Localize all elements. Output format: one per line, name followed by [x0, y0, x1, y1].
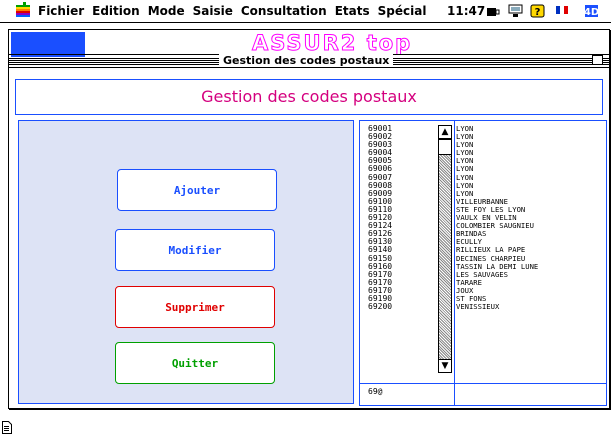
list-item-city[interactable]: LYON [456, 149, 604, 157]
scroll-up-icon[interactable]: ▲ [439, 126, 451, 139]
modify-button[interactable]: Modifier [115, 229, 275, 271]
list-item-city[interactable]: LYON [456, 125, 604, 133]
menu-special[interactable]: Spécial [378, 4, 427, 18]
coffee-cup-icon[interactable] [486, 4, 501, 18]
scroll-thumb[interactable] [439, 139, 451, 155]
list-item-city[interactable]: LYON [456, 141, 604, 149]
footer-divider [360, 383, 606, 384]
menu-mode[interactable]: Mode [148, 4, 185, 18]
buttons-panel: Ajouter Modifier Supprimer Quitter [18, 120, 354, 404]
window-title: Gestion des codes postaux [219, 54, 394, 67]
help-icon[interactable]: ? [530, 4, 545, 18]
main-window: ASSUR2 top Gestion des codes postaux Ges… [8, 29, 610, 409]
document-icon [2, 421, 12, 434]
code-search-field[interactable]: 69@ [368, 387, 382, 396]
scroll-down-icon[interactable]: ▼ [439, 359, 451, 372]
zoom-box-icon[interactable] [592, 55, 603, 65]
postal-code-list: 69001 69002 69003 69004 69005 69006 69007 69008… [359, 120, 607, 406]
menu-bar: Fichier Edition Mode Saisie Consultation… [0, 0, 611, 23]
header-panel: Gestion des codes postaux [15, 79, 603, 115]
list-item-code[interactable]: 69200 [368, 302, 438, 311]
menu-edition[interactable]: Edition [92, 4, 140, 18]
svg-text:4D: 4D [584, 7, 599, 18]
app-title: ASSUR2 top [251, 31, 413, 56]
code-column: 69001 69002 69003 69004 69005 69006 69007 69008… [368, 124, 438, 311]
list-item-city[interactable]: LYON [456, 132, 604, 141]
menu-fichier[interactable]: Fichier [38, 4, 84, 18]
menu-etats[interactable]: Etats [335, 4, 370, 18]
menu-items: Fichier Edition Mode Saisie Consultation… [38, 4, 434, 18]
city-column: LYON LYON LYON LYON LYON LYON LYON LYON LYON VILL… [456, 125, 604, 311]
list-scrollbar[interactable]: ▲ ▼ [438, 125, 452, 373]
list-item-city[interactable]: LYON [456, 165, 604, 173]
quit-button[interactable]: Quitter [115, 342, 275, 384]
menu-saisie[interactable]: Saisie [193, 4, 233, 18]
list-item-city[interactable]: LYON [456, 157, 604, 165]
add-button[interactable]: Ajouter [117, 169, 277, 211]
list-item-city[interactable]: VENISSIEUX [456, 302, 604, 311]
menu-consultation[interactable]: Consultation [241, 4, 327, 18]
svg-text:?: ? [535, 7, 541, 18]
apple-icon[interactable] [16, 2, 30, 18]
page-title: Gestion des codes postaux [201, 87, 417, 106]
delete-button[interactable]: Supprimer [115, 286, 275, 328]
window-titlebar[interactable]: Gestion des codes postaux [9, 54, 609, 68]
flag-icon[interactable] [554, 4, 569, 18]
list-item-city[interactable]: LYON [456, 181, 604, 190]
list-item-city[interactable]: LYON [456, 173, 604, 182]
menu-clock: 11:47 [447, 4, 486, 18]
network-icon[interactable] [508, 4, 523, 18]
app-switch-icon[interactable]: 4D [584, 4, 599, 18]
list-item-city[interactable]: TARARE [456, 278, 604, 287]
column-divider [454, 121, 455, 405]
